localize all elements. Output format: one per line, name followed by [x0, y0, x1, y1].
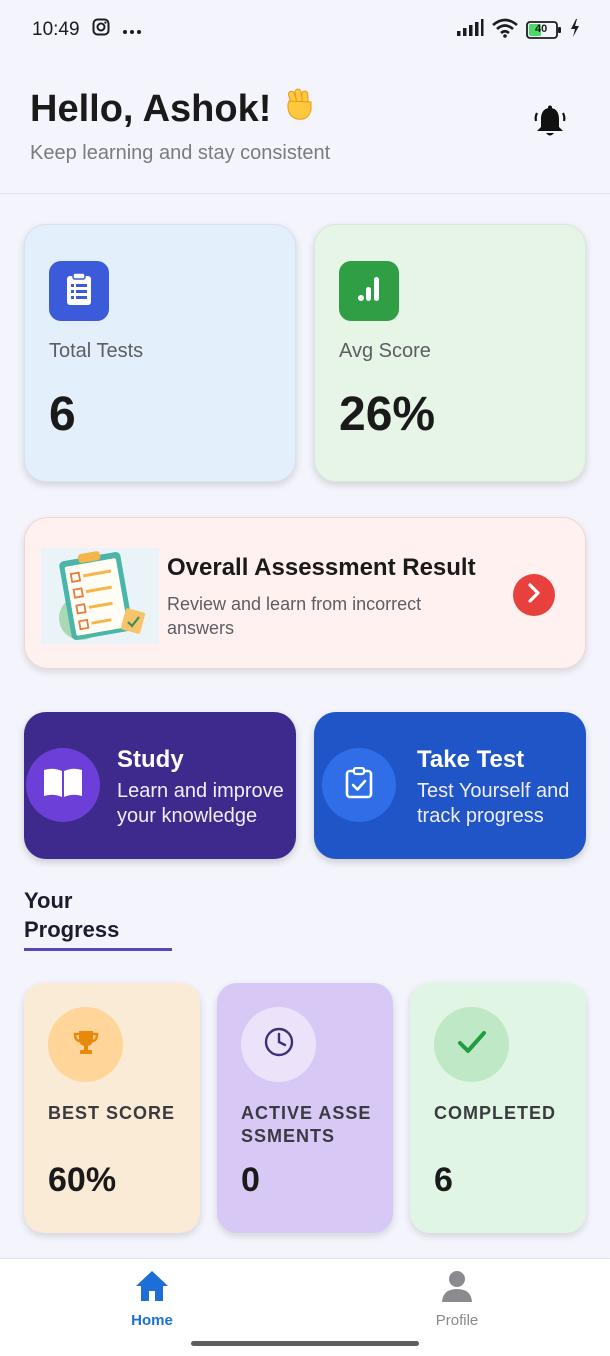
completed-card: COMPLETED 6 — [410, 983, 586, 1233]
wifi-icon — [492, 18, 518, 43]
assessment-title: Overall Assessment Result — [167, 554, 476, 581]
progress-value: 60% — [48, 1161, 117, 1199]
overall-assessment-card[interactable]: Overall Assessment Result Review and lea… — [24, 517, 586, 669]
study-title: Study — [117, 746, 184, 773]
bar-chart-icon — [354, 274, 384, 309]
instagram-icon — [92, 18, 110, 42]
active-assessments-icon-circle — [241, 1007, 316, 1082]
stat-label: Avg Score — [339, 340, 431, 362]
chevron-right-icon — [526, 582, 542, 608]
status-time: 10:49 — [32, 19, 80, 40]
progress-label: COMPLETED — [434, 1103, 557, 1123]
clipboard-list-icon — [64, 271, 94, 311]
clipboard-check-icon — [345, 766, 373, 804]
header: Hello, Ashok! Keep learning and stay con… — [0, 60, 610, 194]
best-score-icon-circle — [48, 1007, 123, 1082]
header-subtitle: Keep learning and stay consistent — [30, 142, 331, 164]
stat-icon-box — [49, 261, 109, 321]
nav-profile-label: Profile — [435, 1312, 479, 1329]
best-score-card: BEST SCORE 60% — [24, 983, 200, 1233]
book-icon — [42, 767, 84, 804]
greeting-text: Hello, Ashok! — [30, 87, 272, 130]
home-icon — [134, 1269, 170, 1308]
completed-icon-circle — [434, 1007, 509, 1082]
total-tests-card: Total Tests 6 — [24, 224, 296, 482]
clock-icon — [263, 1026, 295, 1063]
battery-level: 40 — [535, 23, 548, 35]
study-icon-circle — [26, 748, 100, 822]
assessment-open-button[interactable] — [513, 574, 555, 616]
stat-icon-box — [339, 261, 399, 321]
user-icon — [439, 1269, 475, 1308]
assessment-clipboard-illustration — [41, 548, 159, 649]
status-bar: 10:49 40 — [0, 0, 610, 60]
trophy-icon — [72, 1028, 100, 1061]
take-test-title: Take Test — [417, 746, 525, 773]
stat-label: Total Tests — [49, 340, 144, 362]
charging-icon — [570, 18, 580, 42]
signal-icon — [456, 18, 484, 42]
more-notifications-icon — [122, 19, 142, 41]
nav-home[interactable]: Home — [92, 1269, 212, 1329]
study-description: Learn and improve your knowledge — [117, 780, 284, 827]
take-test-description: Test Yourself and track progress — [417, 780, 570, 827]
nav-home-label: Home — [131, 1312, 173, 1329]
active-assessments-card: ACTIVE ASSESSMENTS 0 — [217, 983, 393, 1233]
home-indicator[interactable] — [191, 1341, 419, 1346]
waving-hand-icon — [281, 86, 317, 132]
battery-icon: 40 — [526, 21, 562, 39]
take-test-card[interactable]: Take Test Test Yourself and track progre… — [314, 712, 586, 859]
take-test-icon-circle — [322, 748, 396, 822]
nav-profile[interactable]: Profile — [397, 1269, 517, 1329]
progress-label: ACTIVE ASSESSMENTS — [241, 1103, 372, 1146]
progress-label: BEST SCORE — [48, 1103, 176, 1123]
avg-score-card: Avg Score 26% — [314, 224, 586, 482]
progress-heading: Your Progress — [24, 886, 172, 951]
progress-value: 0 — [241, 1161, 260, 1199]
stat-value: 6 — [49, 388, 76, 441]
progress-value: 6 — [434, 1161, 453, 1199]
check-icon — [457, 1029, 487, 1060]
study-card[interactable]: Study Learn and improve your knowledge — [24, 712, 296, 859]
stat-value: 26% — [339, 388, 436, 441]
notification-bell-icon[interactable] — [532, 104, 568, 145]
assessment-description: Review and learn from incorrect answers — [167, 594, 422, 638]
greeting: Hello, Ashok! — [30, 86, 317, 132]
